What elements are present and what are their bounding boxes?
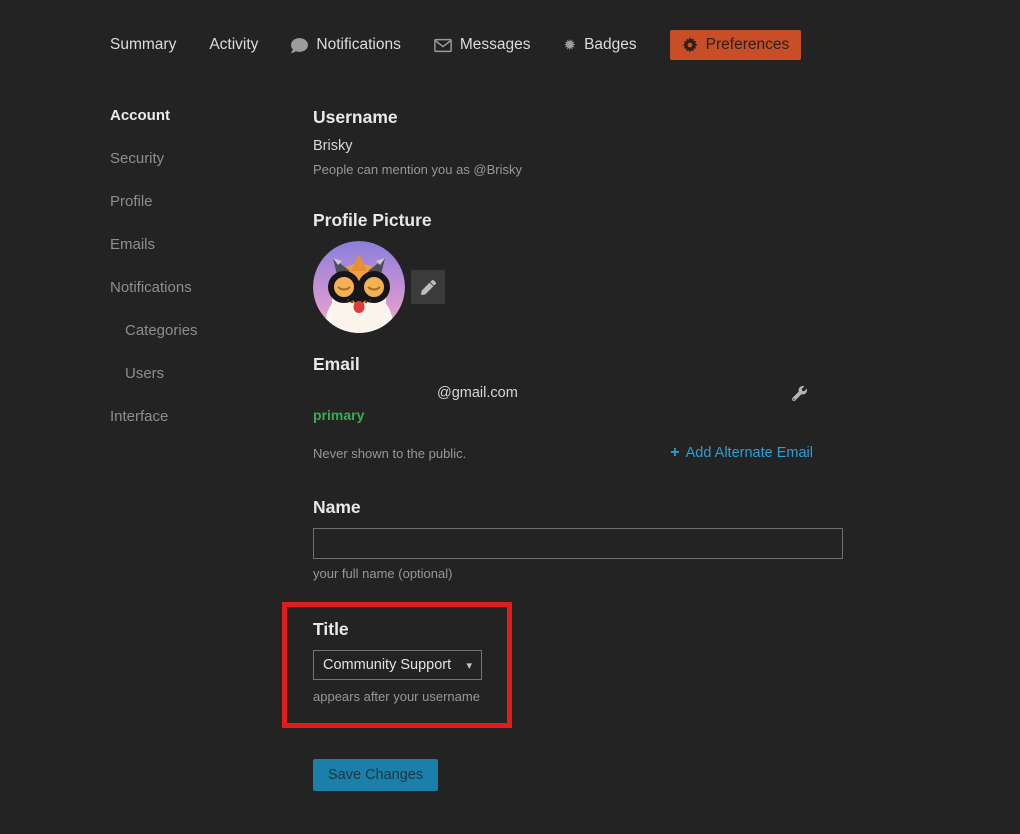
- wrench-icon: [792, 386, 807, 401]
- plus-icon: +: [670, 444, 679, 462]
- user-nav: Summary Activity Notifications Messages …: [110, 30, 1020, 60]
- sidebar-item-categories[interactable]: Categories: [110, 322, 313, 339]
- primary-email-badge: primary: [313, 407, 843, 423]
- badge-seal-icon: ✹: [564, 38, 577, 53]
- save-changes-button[interactable]: Save Changes: [313, 759, 438, 791]
- tab-activity[interactable]: Activity: [209, 36, 258, 54]
- username-section: Username Brisky People can mention you a…: [313, 107, 843, 177]
- email-heading: Email: [313, 354, 843, 375]
- tab-badges[interactable]: ✹ Badges: [564, 36, 637, 54]
- name-section: Name your full name (optional): [313, 497, 843, 581]
- tab-activity-label: Activity: [209, 36, 258, 54]
- sidebar-item-profile[interactable]: Profile: [110, 193, 313, 210]
- profile-picture-section: Profile Picture: [313, 210, 843, 333]
- account-settings: Username Brisky People can mention you a…: [313, 107, 843, 791]
- content-layout: Account Security Profile Emails Notifica…: [110, 107, 1020, 791]
- sidebar-item-interface[interactable]: Interface: [110, 408, 313, 425]
- add-alternate-email-link[interactable]: + Add Alternate Email: [670, 444, 813, 462]
- tab-preferences-label: Preferences: [706, 36, 790, 54]
- gear-icon: [682, 37, 698, 53]
- username-hint: People can mention you as @Brisky: [313, 162, 843, 177]
- tab-messages[interactable]: Messages: [434, 36, 531, 54]
- avatar: [313, 241, 405, 333]
- email-section: Email @gmail.com primary Never shown to …: [313, 354, 843, 462]
- sidebar-item-notifications[interactable]: Notifications: [110, 279, 313, 296]
- tab-summary[interactable]: Summary: [110, 36, 176, 54]
- tab-summary-label: Summary: [110, 36, 176, 54]
- sidebar-item-security[interactable]: Security: [110, 150, 313, 167]
- sidebar-item-account[interactable]: Account: [110, 107, 313, 124]
- sidebar-item-users[interactable]: Users: [110, 365, 313, 382]
- tab-notifications-label: Notifications: [316, 36, 400, 54]
- caret-down-icon: ▾: [466, 659, 472, 672]
- username-heading: Username: [313, 107, 843, 128]
- manage-email-button[interactable]: [792, 386, 807, 401]
- pencil-icon: [421, 280, 436, 295]
- email-address: @gmail.com: [437, 385, 518, 401]
- full-name-input[interactable]: [313, 528, 843, 559]
- profile-picture-heading: Profile Picture: [313, 210, 843, 231]
- email-hint: Never shown to the public.: [313, 446, 466, 461]
- tab-messages-label: Messages: [460, 36, 531, 54]
- preferences-page: Summary Activity Notifications Messages …: [0, 0, 1020, 834]
- name-heading: Name: [313, 497, 843, 518]
- sidebar-item-emails[interactable]: Emails: [110, 236, 313, 253]
- title-dropdown[interactable]: Community Support ▾: [313, 650, 482, 680]
- title-heading: Title: [313, 619, 507, 640]
- edit-avatar-button[interactable]: [411, 270, 445, 304]
- name-hint: your full name (optional): [313, 566, 843, 581]
- add-alternate-email-label: Add Alternate Email: [686, 445, 813, 461]
- username-value: Brisky: [313, 138, 843, 154]
- title-hint: appears after your username: [313, 689, 507, 704]
- tab-notifications[interactable]: Notifications: [291, 36, 400, 54]
- tab-badges-label: Badges: [584, 36, 637, 54]
- speech-bubble-icon: [291, 37, 308, 54]
- envelope-icon: [434, 38, 452, 53]
- title-dropdown-value: Community Support: [323, 657, 451, 673]
- red-annotation-box: Title Community Support ▾ appears after …: [282, 602, 512, 728]
- tab-preferences[interactable]: Preferences: [670, 30, 802, 60]
